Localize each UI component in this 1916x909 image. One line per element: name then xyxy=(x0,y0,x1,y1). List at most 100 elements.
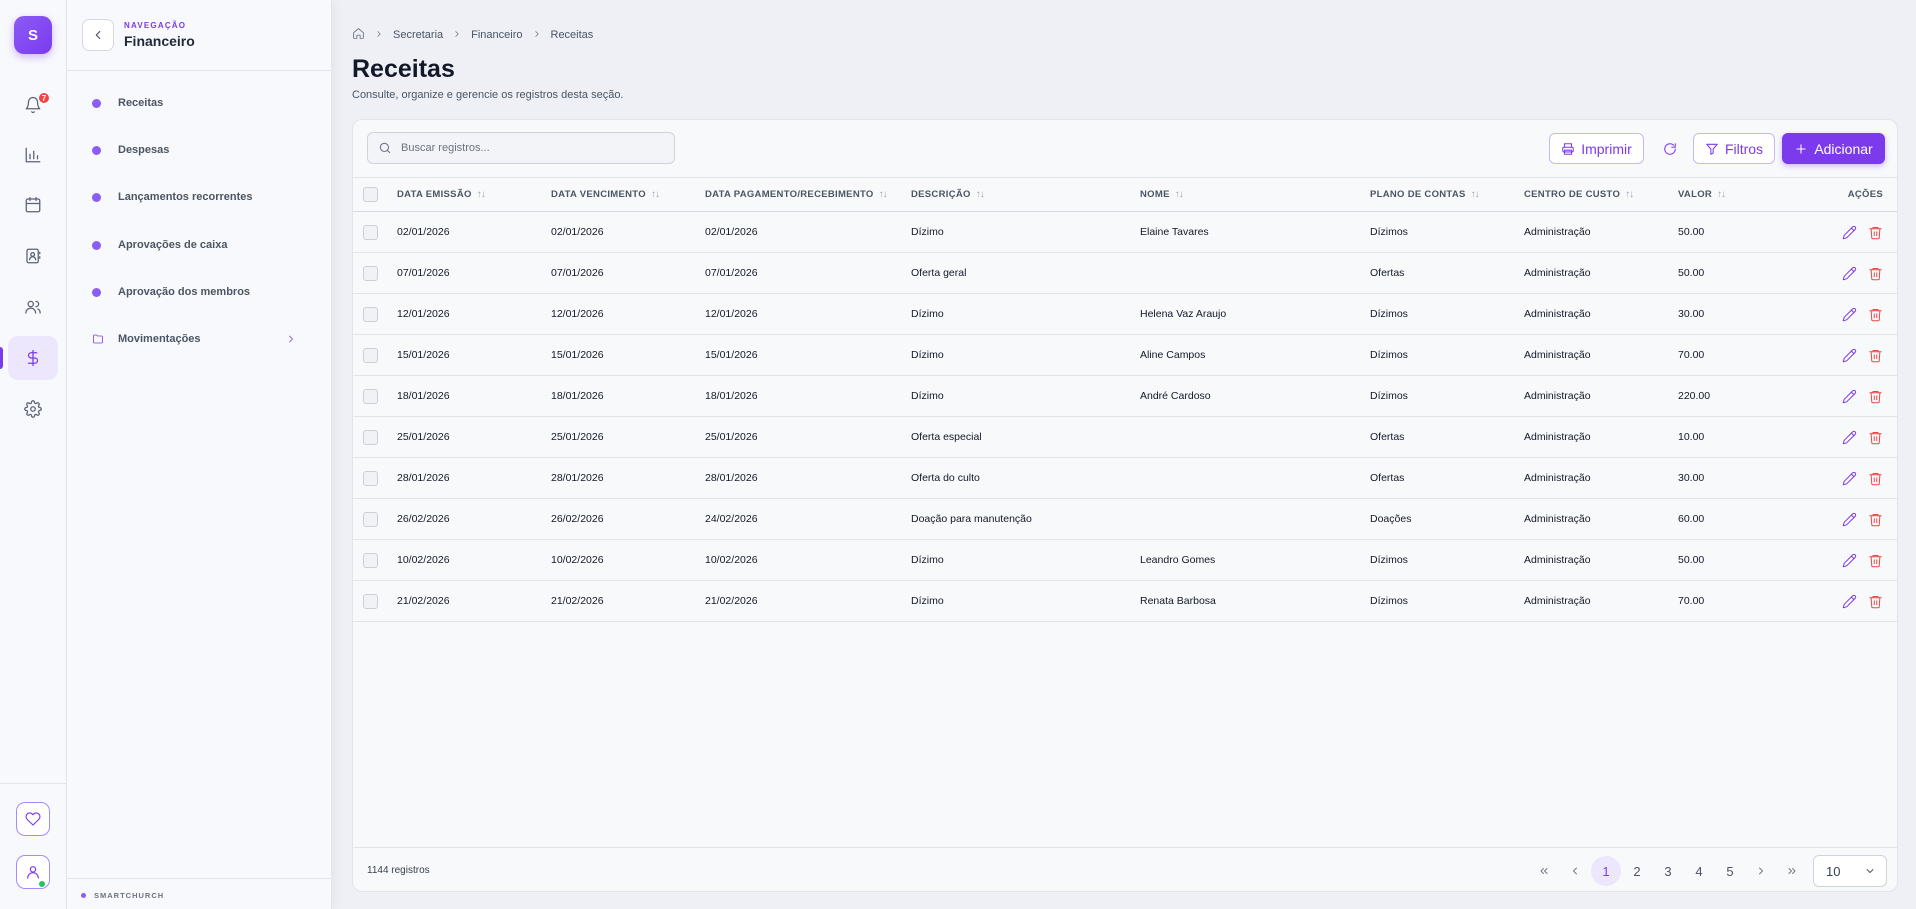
row-checkbox[interactable] xyxy=(363,306,378,322)
prev-page-button[interactable] xyxy=(1560,856,1590,886)
rail-settings[interactable] xyxy=(8,387,58,431)
column-header[interactable]: DATA EMISSÃO ↑↓ xyxy=(397,177,551,212)
row-checkbox[interactable] xyxy=(363,429,378,445)
rail-notifications[interactable]: 7 xyxy=(8,83,58,127)
row-checkbox[interactable] xyxy=(363,511,378,527)
app-logo[interactable]: S xyxy=(14,16,52,54)
sidebar-item-movimentacoes[interactable]: Movimentações xyxy=(79,324,319,354)
column-header[interactable]: CENTRO DE CUSTO ↑↓ xyxy=(1524,177,1678,212)
sidebar-item-receitas[interactable]: Receitas xyxy=(79,88,319,118)
edit-button[interactable] xyxy=(1841,552,1857,568)
rail-members[interactable] xyxy=(8,285,58,329)
table-row[interactable]: 15/01/2026 15/01/2026 15/01/2026 Dízimo Alin… xyxy=(353,334,1897,376)
breadcrumb-item[interactable]: Financeiro xyxy=(471,29,522,41)
page-button-4[interactable]: 4 xyxy=(1684,856,1714,886)
print-button[interactable]: Imprimir xyxy=(1549,133,1644,164)
next-page-button[interactable] xyxy=(1746,856,1776,886)
edit-button[interactable] xyxy=(1841,511,1857,527)
sidebar-item-aprovacao-membros[interactable]: Aprovação dos membros xyxy=(79,277,319,307)
first-page-button[interactable] xyxy=(1529,856,1559,886)
rail-favorites[interactable] xyxy=(16,802,50,836)
table-row[interactable]: 26/02/2026 26/02/2026 24/02/2026 Doação par… xyxy=(353,498,1897,540)
sidebar-item-lancamentos-recorrentes[interactable]: Lançamentos recorrentes xyxy=(79,182,319,212)
row-checkbox[interactable] xyxy=(363,347,378,363)
table-cell: Administração xyxy=(1524,211,1678,253)
back-button[interactable] xyxy=(82,19,114,51)
add-button[interactable]: Adicionar xyxy=(1782,133,1885,164)
table-row[interactable]: 07/01/2026 07/01/2026 07/01/2026 Oferta ger… xyxy=(353,252,1897,294)
notification-badge: 7 xyxy=(38,92,50,104)
sidebar-item-despesas[interactable]: Despesas xyxy=(79,135,319,165)
edit-button[interactable] xyxy=(1841,347,1857,363)
page-button-5[interactable]: 5 xyxy=(1715,856,1745,886)
table-cell: Helena Vaz Araujo xyxy=(1140,293,1370,335)
column-header[interactable]: NOME ↑↓ xyxy=(1140,177,1370,212)
filters-button[interactable]: Filtros xyxy=(1693,133,1775,164)
edit-button[interactable] xyxy=(1841,470,1857,486)
delete-button[interactable] xyxy=(1867,470,1883,486)
table-cell: 07/01/2026 xyxy=(397,252,551,294)
row-checkbox[interactable] xyxy=(363,470,378,486)
column-header[interactable]: DESCRIÇÃO ↑↓ xyxy=(911,177,1140,212)
delete-button[interactable] xyxy=(1867,552,1883,568)
column-header[interactable]: DATA PAGAMENTO/RECEBIMENTO ↑↓ xyxy=(705,177,911,212)
select-all-checkbox[interactable] xyxy=(363,187,378,202)
rail-reports[interactable] xyxy=(8,133,58,177)
delete-button[interactable] xyxy=(1867,265,1883,281)
table-row[interactable]: 02/01/2026 02/01/2026 02/01/2026 Dízimo Elai… xyxy=(353,211,1897,253)
page-button-1[interactable]: 1 xyxy=(1591,856,1621,886)
online-status-dot xyxy=(38,880,46,888)
column-header[interactable]: PLANO DE CONTAS ↑↓ xyxy=(1370,177,1524,212)
sidebar-item-label: Lançamentos recorrentes xyxy=(118,191,253,203)
table-row[interactable]: 25/01/2026 25/01/2026 25/01/2026 Oferta esp… xyxy=(353,416,1897,458)
column-header[interactable]: VALOR ↑↓ xyxy=(1678,177,1794,212)
row-checkbox[interactable] xyxy=(363,224,378,240)
sidebar-item-aprovacoes-caixa[interactable]: Aprovações de caixa xyxy=(79,230,319,260)
row-checkbox[interactable] xyxy=(363,593,378,609)
delete-button[interactable] xyxy=(1867,593,1883,609)
delete-button[interactable] xyxy=(1867,429,1883,445)
delete-button[interactable] xyxy=(1867,347,1883,363)
page-size-select[interactable]: 10 xyxy=(1813,855,1887,887)
refresh-button[interactable] xyxy=(1655,133,1685,164)
row-checkbox[interactable] xyxy=(363,552,378,568)
table-row[interactable]: 28/01/2026 28/01/2026 28/01/2026 Oferta do … xyxy=(353,457,1897,499)
edit-button[interactable] xyxy=(1841,593,1857,609)
table-row[interactable]: 12/01/2026 12/01/2026 12/01/2026 Dízimo Hele… xyxy=(353,293,1897,335)
row-checkbox[interactable] xyxy=(363,388,378,404)
table-cell: 21/02/2026 xyxy=(397,580,551,622)
table-cell: Administração xyxy=(1524,416,1678,458)
trash-icon xyxy=(1868,471,1883,486)
edit-button[interactable] xyxy=(1841,388,1857,404)
table-cell: Aline Campos xyxy=(1140,334,1370,376)
breadcrumb-item[interactable]: Secretaria xyxy=(393,29,443,41)
row-checkbox[interactable] xyxy=(363,265,378,281)
rail-active-indicator xyxy=(0,347,3,369)
search-input[interactable] xyxy=(401,142,661,154)
last-page-button[interactable] xyxy=(1777,856,1807,886)
delete-button[interactable] xyxy=(1867,511,1883,527)
edit-button[interactable] xyxy=(1841,224,1857,240)
sort-icon: ↑↓ xyxy=(1470,189,1480,200)
page-button-3[interactable]: 3 xyxy=(1653,856,1683,886)
edit-button[interactable] xyxy=(1841,429,1857,445)
delete-button[interactable] xyxy=(1867,306,1883,322)
trash-icon xyxy=(1868,389,1883,404)
table-cell: 28/01/2026 xyxy=(705,457,911,499)
table-row[interactable]: 18/01/2026 18/01/2026 18/01/2026 Dízimo Andr… xyxy=(353,375,1897,417)
rail-contacts[interactable] xyxy=(8,234,58,278)
table-cell: Renata Barbosa xyxy=(1140,580,1370,622)
edit-button[interactable] xyxy=(1841,306,1857,322)
rail-calendar[interactable] xyxy=(8,183,58,227)
table-cell: 21/02/2026 xyxy=(705,580,911,622)
rail-finance[interactable] xyxy=(8,336,58,380)
page-button-2[interactable]: 2 xyxy=(1622,856,1652,886)
edit-button[interactable] xyxy=(1841,265,1857,281)
table-cell: 30.00 xyxy=(1678,293,1794,335)
column-header[interactable]: DATA VENCIMENTO ↑↓ xyxy=(551,177,705,212)
delete-button[interactable] xyxy=(1867,224,1883,240)
delete-button[interactable] xyxy=(1867,388,1883,404)
table-row[interactable]: 10/02/2026 10/02/2026 10/02/2026 Dízimo Lean… xyxy=(353,539,1897,581)
breadcrumb-home[interactable] xyxy=(352,27,365,43)
table-row[interactable]: 21/02/2026 21/02/2026 21/02/2026 Dízimo Rena… xyxy=(353,580,1897,622)
